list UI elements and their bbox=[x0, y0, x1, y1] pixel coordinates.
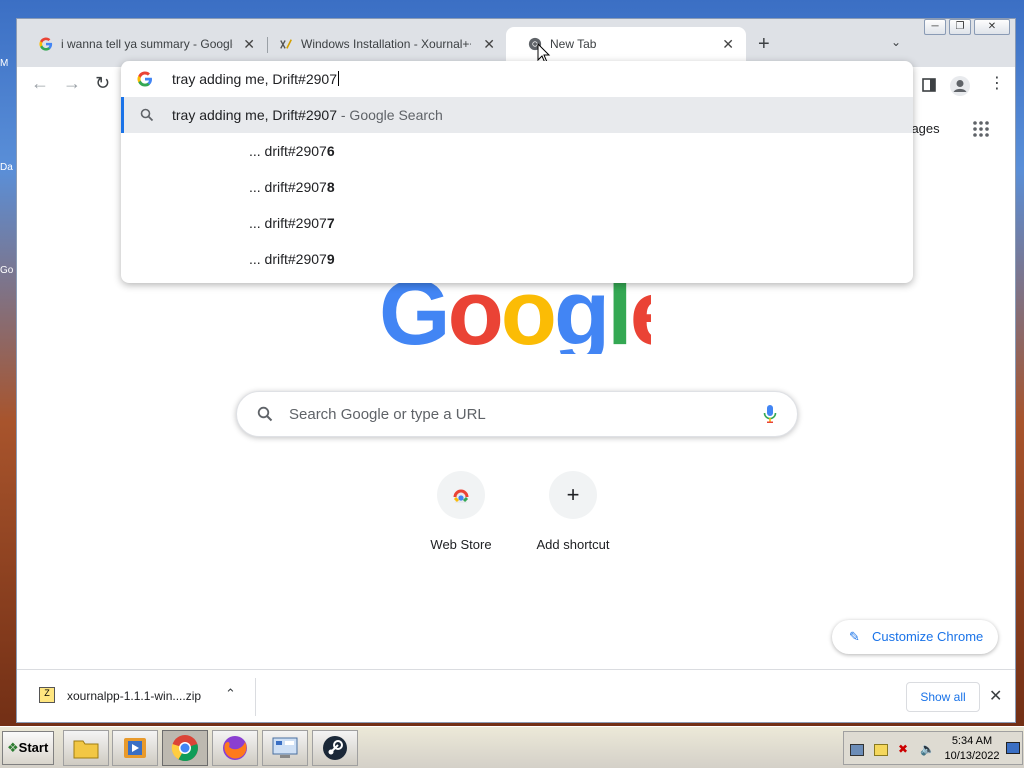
shield-icon[interactable] bbox=[874, 744, 888, 756]
shortcut-label: Web Store bbox=[430, 537, 492, 552]
profile-avatar-icon[interactable] bbox=[949, 75, 971, 97]
suggestion-text: ... drift#29078 bbox=[249, 179, 335, 195]
close-shelf-icon[interactable]: ✕ bbox=[989, 686, 1002, 706]
web-store-icon bbox=[437, 471, 485, 519]
clock[interactable]: 5:34 AM 10/13/2022 bbox=[944, 734, 1000, 764]
customize-label: Customize Chrome bbox=[872, 629, 984, 644]
start-label: Start bbox=[18, 740, 49, 755]
close-window-button[interactable]: ✕ bbox=[974, 19, 1010, 35]
volume-icon[interactable]: 🔈 bbox=[920, 743, 935, 756]
side-panel-icon[interactable] bbox=[921, 77, 937, 93]
suggestion-text: ... drift#29079 bbox=[249, 251, 335, 267]
tab-title: i wanna tell ya summary - Google Search bbox=[61, 37, 233, 51]
shortcut-label: Add shortcut bbox=[536, 537, 610, 552]
google-logo: Google bbox=[379, 274, 651, 354]
download-file-name[interactable]: xournalpp-1.1.1-win....zip bbox=[67, 689, 201, 703]
chevron-up-icon[interactable]: ⌃ bbox=[225, 686, 236, 702]
tab-search-chevron-icon[interactable]: ⌄ bbox=[891, 35, 901, 49]
shortcut-add[interactable]: + Add shortcut bbox=[517, 471, 629, 552]
suggestion-completion[interactable]: ... drift#29079 bbox=[121, 241, 913, 277]
download-shelf: Z xournalpp-1.1.1-win....zip ⌃ Show all … bbox=[17, 669, 1015, 722]
clock-date: 10/13/2022 bbox=[944, 750, 1000, 762]
suggestion-text: ... drift#29076 bbox=[249, 143, 335, 159]
window-controls: ─ ❐ ✕ bbox=[921, 19, 1010, 37]
network-icon[interactable] bbox=[850, 744, 864, 756]
media-player-icon bbox=[124, 738, 146, 758]
firefox-icon bbox=[223, 736, 247, 760]
shelf-divider bbox=[255, 678, 256, 716]
desktop-label: Go bbox=[0, 265, 14, 276]
tab-close-icon[interactable]: ✕ bbox=[243, 27, 255, 61]
tab-title: Windows Installation - Xournal++ bbox=[301, 37, 471, 51]
forward-button[interactable]: → bbox=[63, 73, 81, 94]
search-placeholder: Search Google or type a URL bbox=[289, 406, 486, 423]
taskbar-media-player[interactable] bbox=[112, 730, 158, 766]
omnibox-input[interactable]: tray adding me, Drift#2907 bbox=[172, 71, 339, 87]
folder-icon bbox=[73, 740, 99, 759]
taskbar-chrome[interactable] bbox=[162, 730, 208, 766]
chrome-icon bbox=[171, 735, 198, 762]
omnibox-dropdown: tray adding me, Drift#2907 tray adding m… bbox=[121, 61, 913, 283]
xournal-favicon-icon bbox=[280, 39, 292, 49]
windows-logo-icon: ❖ bbox=[7, 740, 19, 755]
apps-grid-icon[interactable] bbox=[973, 121, 989, 137]
suggestion-text: tray adding me, Drift#2907 - Google Sear… bbox=[172, 107, 443, 123]
back-button[interactable]: ← bbox=[31, 73, 49, 94]
ntp-search-box[interactable]: Search Google or type a URL bbox=[236, 391, 798, 437]
shortcut-web-store[interactable]: Web Store bbox=[405, 471, 517, 552]
suggestion-completion[interactable]: ... drift#29077 bbox=[121, 205, 913, 241]
minimize-button[interactable]: ─ bbox=[924, 19, 946, 35]
menu-kebab-icon[interactable]: ⋮ bbox=[989, 73, 1005, 93]
system-tray: ✖ 🔈 5:34 AM 10/13/2022 bbox=[843, 731, 1023, 765]
svg-text:Google: Google bbox=[379, 274, 651, 354]
reload-button[interactable]: ↻ bbox=[95, 73, 110, 94]
omnibox[interactable]: tray adding me, Drift#2907 bbox=[121, 61, 913, 97]
suggestion-completion[interactable]: ... drift#29076 bbox=[121, 133, 913, 169]
steam-icon bbox=[323, 736, 347, 760]
suggestion-text: ... drift#29077 bbox=[249, 215, 335, 231]
tab-strip: ─ ❐ ✕ i wanna tell ya summary - Google S… bbox=[17, 19, 1015, 67]
taskbar-firefox[interactable] bbox=[212, 730, 258, 766]
customize-chrome-button[interactable]: ✎ Customize Chrome bbox=[832, 620, 998, 654]
search-icon bbox=[140, 108, 154, 122]
new-tab-button[interactable]: + bbox=[758, 33, 770, 56]
suggestion-search[interactable]: tray adding me, Drift#2907 - Google Sear… bbox=[121, 97, 913, 133]
show-desktop-icon[interactable] bbox=[1006, 742, 1020, 754]
google-favicon-icon bbox=[39, 37, 53, 51]
taskbar: ❖Start ✖ 🔈 5:34 AM 10/13/2022 bbox=[0, 726, 1024, 768]
taskbar-steam[interactable] bbox=[312, 730, 358, 766]
network-error-icon[interactable]: ✖ bbox=[898, 743, 912, 756]
restore-button[interactable]: ❐ bbox=[949, 19, 971, 35]
pencil-icon: ✎ bbox=[849, 629, 860, 644]
tab-close-icon[interactable]: ✕ bbox=[483, 27, 495, 61]
desktop-label: M bbox=[0, 58, 9, 69]
clock-time: 5:34 AM bbox=[951, 735, 993, 747]
taskbar-file-explorer[interactable] bbox=[63, 730, 109, 766]
taskbar-control-panel[interactable] bbox=[262, 730, 308, 766]
voice-search-icon[interactable] bbox=[763, 404, 777, 424]
add-icon: + bbox=[549, 471, 597, 519]
google-g-icon bbox=[137, 71, 152, 87]
suggestion-completion[interactable]: ... drift#29078 bbox=[121, 169, 913, 205]
control-panel-icon bbox=[272, 737, 298, 758]
tab-close-icon[interactable]: ✕ bbox=[722, 27, 734, 61]
chrome-window: ─ ❐ ✕ i wanna tell ya summary - Google S… bbox=[16, 18, 1016, 723]
search-icon bbox=[257, 406, 273, 422]
tab-title: New Tab bbox=[550, 37, 597, 51]
desktop-label: Da bbox=[0, 162, 13, 173]
start-button[interactable]: ❖Start bbox=[2, 731, 54, 765]
show-all-button[interactable]: Show all bbox=[906, 682, 980, 712]
zip-file-icon: Z bbox=[39, 687, 55, 703]
